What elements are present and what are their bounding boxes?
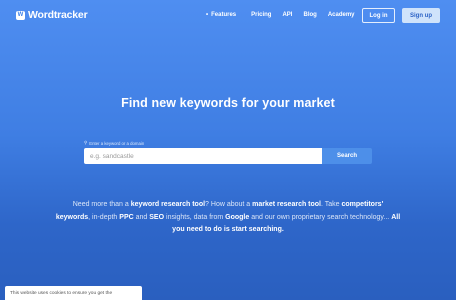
hero-title: Find new keywords for your market (121, 96, 335, 110)
search-hint-label: Enter a keyword or a domain (89, 140, 145, 146)
search-hint: ⚲ Enter a keyword or a domain (84, 140, 144, 146)
nav-link-features[interactable]: Features (211, 12, 236, 18)
promo-text-5: and (133, 213, 150, 221)
wordtracker-logo-icon: W (16, 10, 25, 20)
nav-link-pricing[interactable]: Pricing (251, 12, 271, 18)
nav-link-api[interactable]: API (282, 12, 292, 18)
top-nav: W Wordtracker • Features Pricing API Blo… (0, 0, 456, 32)
cookie-banner: This website uses cookies to ensure you … (5, 286, 142, 300)
promo-text-1: Need more than a (72, 201, 131, 208)
promo-bold-market-tool: market research tool (252, 201, 322, 208)
search-button[interactable]: Search (322, 148, 372, 164)
nav-link-academy[interactable]: Academy (328, 12, 355, 18)
promo-bold-google: Google (225, 213, 250, 221)
nav-links: • Features Pricing API Blog Academy (206, 12, 355, 18)
promo-bold-ppc: PPC (119, 213, 134, 221)
magnifier-icon: ⚲ (84, 140, 88, 145)
brand-name: Wordtracker (28, 9, 88, 21)
promo-text-2: ? How about a (205, 201, 253, 208)
login-button[interactable]: Log in (362, 8, 395, 23)
promo-text: Need more than a keyword research tool? … (55, 199, 401, 237)
bullet-icon: • (206, 12, 209, 18)
promo-text-7: and our own proprietary search technolog… (249, 213, 392, 221)
promo-bold-seo: SEO (149, 213, 165, 221)
nav-link-blog[interactable]: Blog (303, 12, 316, 18)
search-input[interactable] (84, 148, 322, 164)
promo-bold-keyword-tool: keyword research tool (130, 201, 206, 208)
promo-text-3: . Take (321, 201, 342, 208)
promo-text-4: , in-depth (88, 213, 120, 221)
promo-text-6: insights, data from (164, 213, 226, 221)
signup-button[interactable]: Sign up (402, 8, 440, 23)
brand-logo[interactable]: W Wordtracker (16, 9, 88, 21)
cookie-text: This website uses cookies to ensure you … (10, 291, 113, 296)
